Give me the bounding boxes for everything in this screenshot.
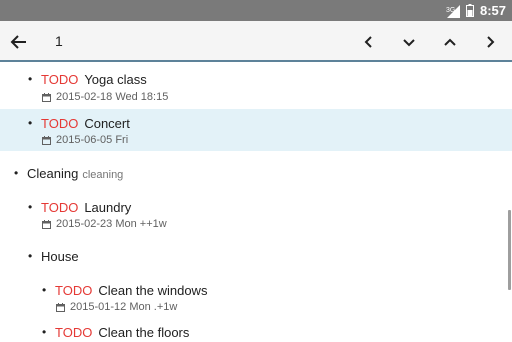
item-title-line: TODO Clean the windows: [55, 283, 207, 298]
bullet: •: [28, 249, 33, 263]
scrollbar[interactable]: [508, 210, 511, 290]
item-title-line: TODO Yoga class: [41, 72, 147, 87]
list-item-selected[interactable]: • TODO Concert 2015-06-05 Fri: [0, 109, 512, 151]
item-date: 2015-06-05 Fri: [56, 134, 129, 146]
calendar-icon: [42, 135, 51, 145]
signal-icon: 3G: [446, 4, 460, 18]
item-date-line: 2015-01-12 Mon .+1w: [56, 301, 177, 313]
item-date-line: 2015-02-18 Wed 18:15: [42, 91, 168, 103]
list-item[interactable]: • TODO Clean the floors: [0, 319, 512, 342]
item-title-line: Cleaning cleaning: [27, 166, 123, 181]
item-title: Yoga class: [84, 72, 147, 87]
battery-icon: [465, 4, 474, 17]
item-title-line: TODO Clean the floors: [55, 325, 189, 340]
item-title-line: TODO Concert: [41, 116, 130, 131]
bullet: •: [28, 72, 33, 86]
calendar-icon: [42, 92, 51, 102]
list-item[interactable]: • TODO Yoga class 2015-02-18 Wed 18:15: [0, 63, 512, 107]
list-item[interactable]: • TODO Clean the windows 2015-01-12 Mon .…: [0, 276, 512, 320]
item-title: Cleaning: [27, 166, 79, 181]
item-date: 2015-02-18 Wed 18:15: [56, 91, 169, 103]
todo-keyword: TODO: [41, 72, 79, 87]
chevron-left-icon[interactable]: [357, 31, 379, 53]
bullet: •: [14, 166, 19, 180]
item-title: House: [41, 249, 79, 264]
status-time: 8:57: [479, 3, 506, 18]
item-date-line: 2015-06-05 Fri: [42, 134, 128, 146]
calendar-icon: [56, 302, 65, 312]
chevron-down-icon[interactable]: [398, 31, 420, 53]
item-date: 2015-02-23 Mon ++1w: [56, 218, 167, 230]
item-title: Concert: [84, 116, 130, 131]
calendar-icon: [42, 219, 51, 229]
toolbar: 1: [0, 21, 512, 62]
item-title-line: House: [41, 249, 79, 264]
bullet: •: [42, 283, 47, 297]
item-date-line: 2015-02-23 Mon ++1w: [42, 218, 167, 230]
todo-keyword: TODO: [41, 200, 79, 215]
bullet: •: [42, 325, 47, 339]
chevron-right-icon[interactable]: [480, 31, 502, 53]
todo-keyword: TODO: [41, 116, 79, 131]
todo-keyword: TODO: [55, 283, 93, 298]
list-item[interactable]: • House: [0, 241, 512, 271]
back-arrow-icon[interactable]: [8, 31, 30, 53]
item-title: Clean the windows: [98, 283, 208, 298]
item-title: Laundry: [84, 200, 132, 215]
status-bar: 3G 8:57: [0, 0, 512, 21]
bullet: •: [28, 200, 33, 214]
list-item[interactable]: • Cleaning cleaning: [0, 158, 512, 188]
bullet: •: [28, 116, 33, 130]
search-query-text[interactable]: 1: [55, 33, 63, 49]
status-icons: 3G 8:57: [446, 0, 506, 21]
agenda-list: • TODO Yoga class 2015-02-18 Wed 18:15 • …: [0, 63, 512, 342]
item-title-line: TODO Laundry: [41, 200, 131, 215]
todo-keyword: TODO: [55, 325, 93, 340]
item-date: 2015-01-12 Mon .+1w: [70, 301, 178, 313]
list-item[interactable]: • TODO Laundry 2015-02-23 Mon ++1w: [0, 193, 512, 237]
chevron-up-icon[interactable]: [439, 31, 461, 53]
item-tag: cleaning: [82, 169, 124, 181]
item-title: Clean the floors: [98, 325, 190, 340]
